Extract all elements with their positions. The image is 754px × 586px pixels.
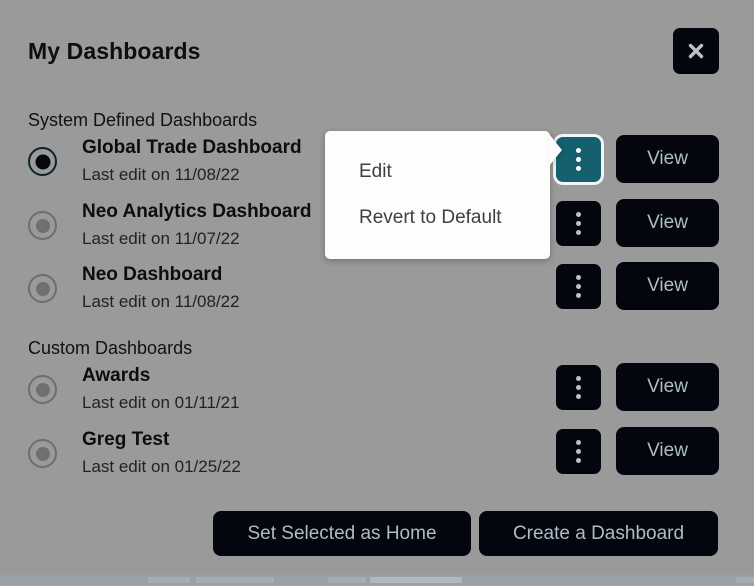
kebab-menu-icon xyxy=(576,284,581,289)
radio-dot-icon xyxy=(36,282,50,296)
dashboard-list-item: Greg Test Last edit on 01/25/22 View xyxy=(0,423,754,479)
view-dashboard-button[interactable]: View xyxy=(616,262,719,310)
kebab-menu-icon xyxy=(576,221,581,226)
context-menu-arrow-icon xyxy=(549,134,562,166)
page-title: My Dashboards xyxy=(28,38,201,65)
dashboard-radio-global-trade[interactable] xyxy=(28,147,57,176)
dashboard-radio-neo[interactable] xyxy=(28,274,57,303)
kebab-menu-icon xyxy=(576,275,581,280)
dashboard-options-button[interactable] xyxy=(556,429,601,474)
dashboard-radio-greg-test[interactable] xyxy=(28,439,57,468)
create-a-dashboard-button[interactable]: Create a Dashboard xyxy=(479,511,718,556)
radio-dot-icon xyxy=(36,219,50,233)
menu-item-edit[interactable]: Edit xyxy=(359,161,392,183)
dashboard-name: Neo Dashboard xyxy=(82,264,222,286)
radio-dot-icon xyxy=(35,154,50,169)
dashboard-radio-neo-analytics[interactable] xyxy=(28,211,57,240)
dashboard-options-button[interactable] xyxy=(556,264,601,309)
section-header-system-defined: System Defined Dashboards xyxy=(28,110,257,131)
kebab-menu-icon xyxy=(576,157,581,162)
close-icon xyxy=(686,41,706,61)
dashboard-last-edit: Last edit on 01/11/21 xyxy=(82,393,240,413)
underlay-fragment xyxy=(370,577,462,583)
my-dashboards-modal: My Dashboards System Defined Dashboards … xyxy=(0,0,754,575)
underlay-fragment xyxy=(196,577,274,583)
dashboard-last-edit: Last edit on 01/25/22 xyxy=(82,457,241,477)
view-dashboard-button[interactable]: View xyxy=(616,427,719,475)
kebab-menu-icon xyxy=(576,212,581,217)
dashboard-options-button[interactable] xyxy=(556,137,601,182)
dashboard-radio-awards[interactable] xyxy=(28,375,57,404)
kebab-menu-icon xyxy=(576,230,581,235)
close-button[interactable] xyxy=(673,28,719,74)
dashboard-last-edit: Last edit on 11/08/22 xyxy=(82,292,240,312)
underlay-fragment xyxy=(328,577,366,583)
dashboard-list-item: Awards Last edit on 01/11/21 View xyxy=(0,359,754,415)
dashboard-options-button[interactable] xyxy=(556,201,601,246)
underlying-page-strip xyxy=(0,575,754,586)
view-dashboard-button[interactable]: View xyxy=(616,199,719,247)
kebab-menu-icon xyxy=(576,449,581,454)
kebab-menu-icon xyxy=(576,166,581,171)
kebab-menu-icon xyxy=(576,385,581,390)
dashboard-context-menu: Edit Revert to Default xyxy=(325,131,550,259)
menu-item-revert-to-default[interactable]: Revert to Default xyxy=(359,207,502,229)
view-dashboard-button[interactable]: View xyxy=(616,363,719,411)
kebab-menu-icon xyxy=(576,376,581,381)
dashboard-name: Neo Analytics Dashboard xyxy=(82,201,311,223)
radio-dot-icon xyxy=(36,383,50,397)
dashboard-list-item: Neo Dashboard Last edit on 11/08/22 View xyxy=(0,258,754,314)
underlay-fragment xyxy=(148,577,190,583)
dashboard-last-edit: Last edit on 11/07/22 xyxy=(82,229,240,249)
kebab-menu-icon xyxy=(576,440,581,445)
dashboard-name: Global Trade Dashboard xyxy=(82,137,302,159)
dashboard-name: Awards xyxy=(82,365,150,387)
view-dashboard-button[interactable]: View xyxy=(616,135,719,183)
kebab-menu-icon xyxy=(576,458,581,463)
dashboard-options-button[interactable] xyxy=(556,365,601,410)
dashboard-last-edit: Last edit on 11/08/22 xyxy=(82,165,240,185)
section-header-custom: Custom Dashboards xyxy=(28,338,192,359)
radio-dot-icon xyxy=(36,447,50,461)
dashboard-name: Greg Test xyxy=(82,429,169,451)
underlay-fragment xyxy=(736,577,754,583)
kebab-menu-icon xyxy=(576,293,581,298)
kebab-menu-icon xyxy=(576,394,581,399)
kebab-menu-icon xyxy=(576,148,581,153)
set-selected-as-home-button[interactable]: Set Selected as Home xyxy=(213,511,471,556)
